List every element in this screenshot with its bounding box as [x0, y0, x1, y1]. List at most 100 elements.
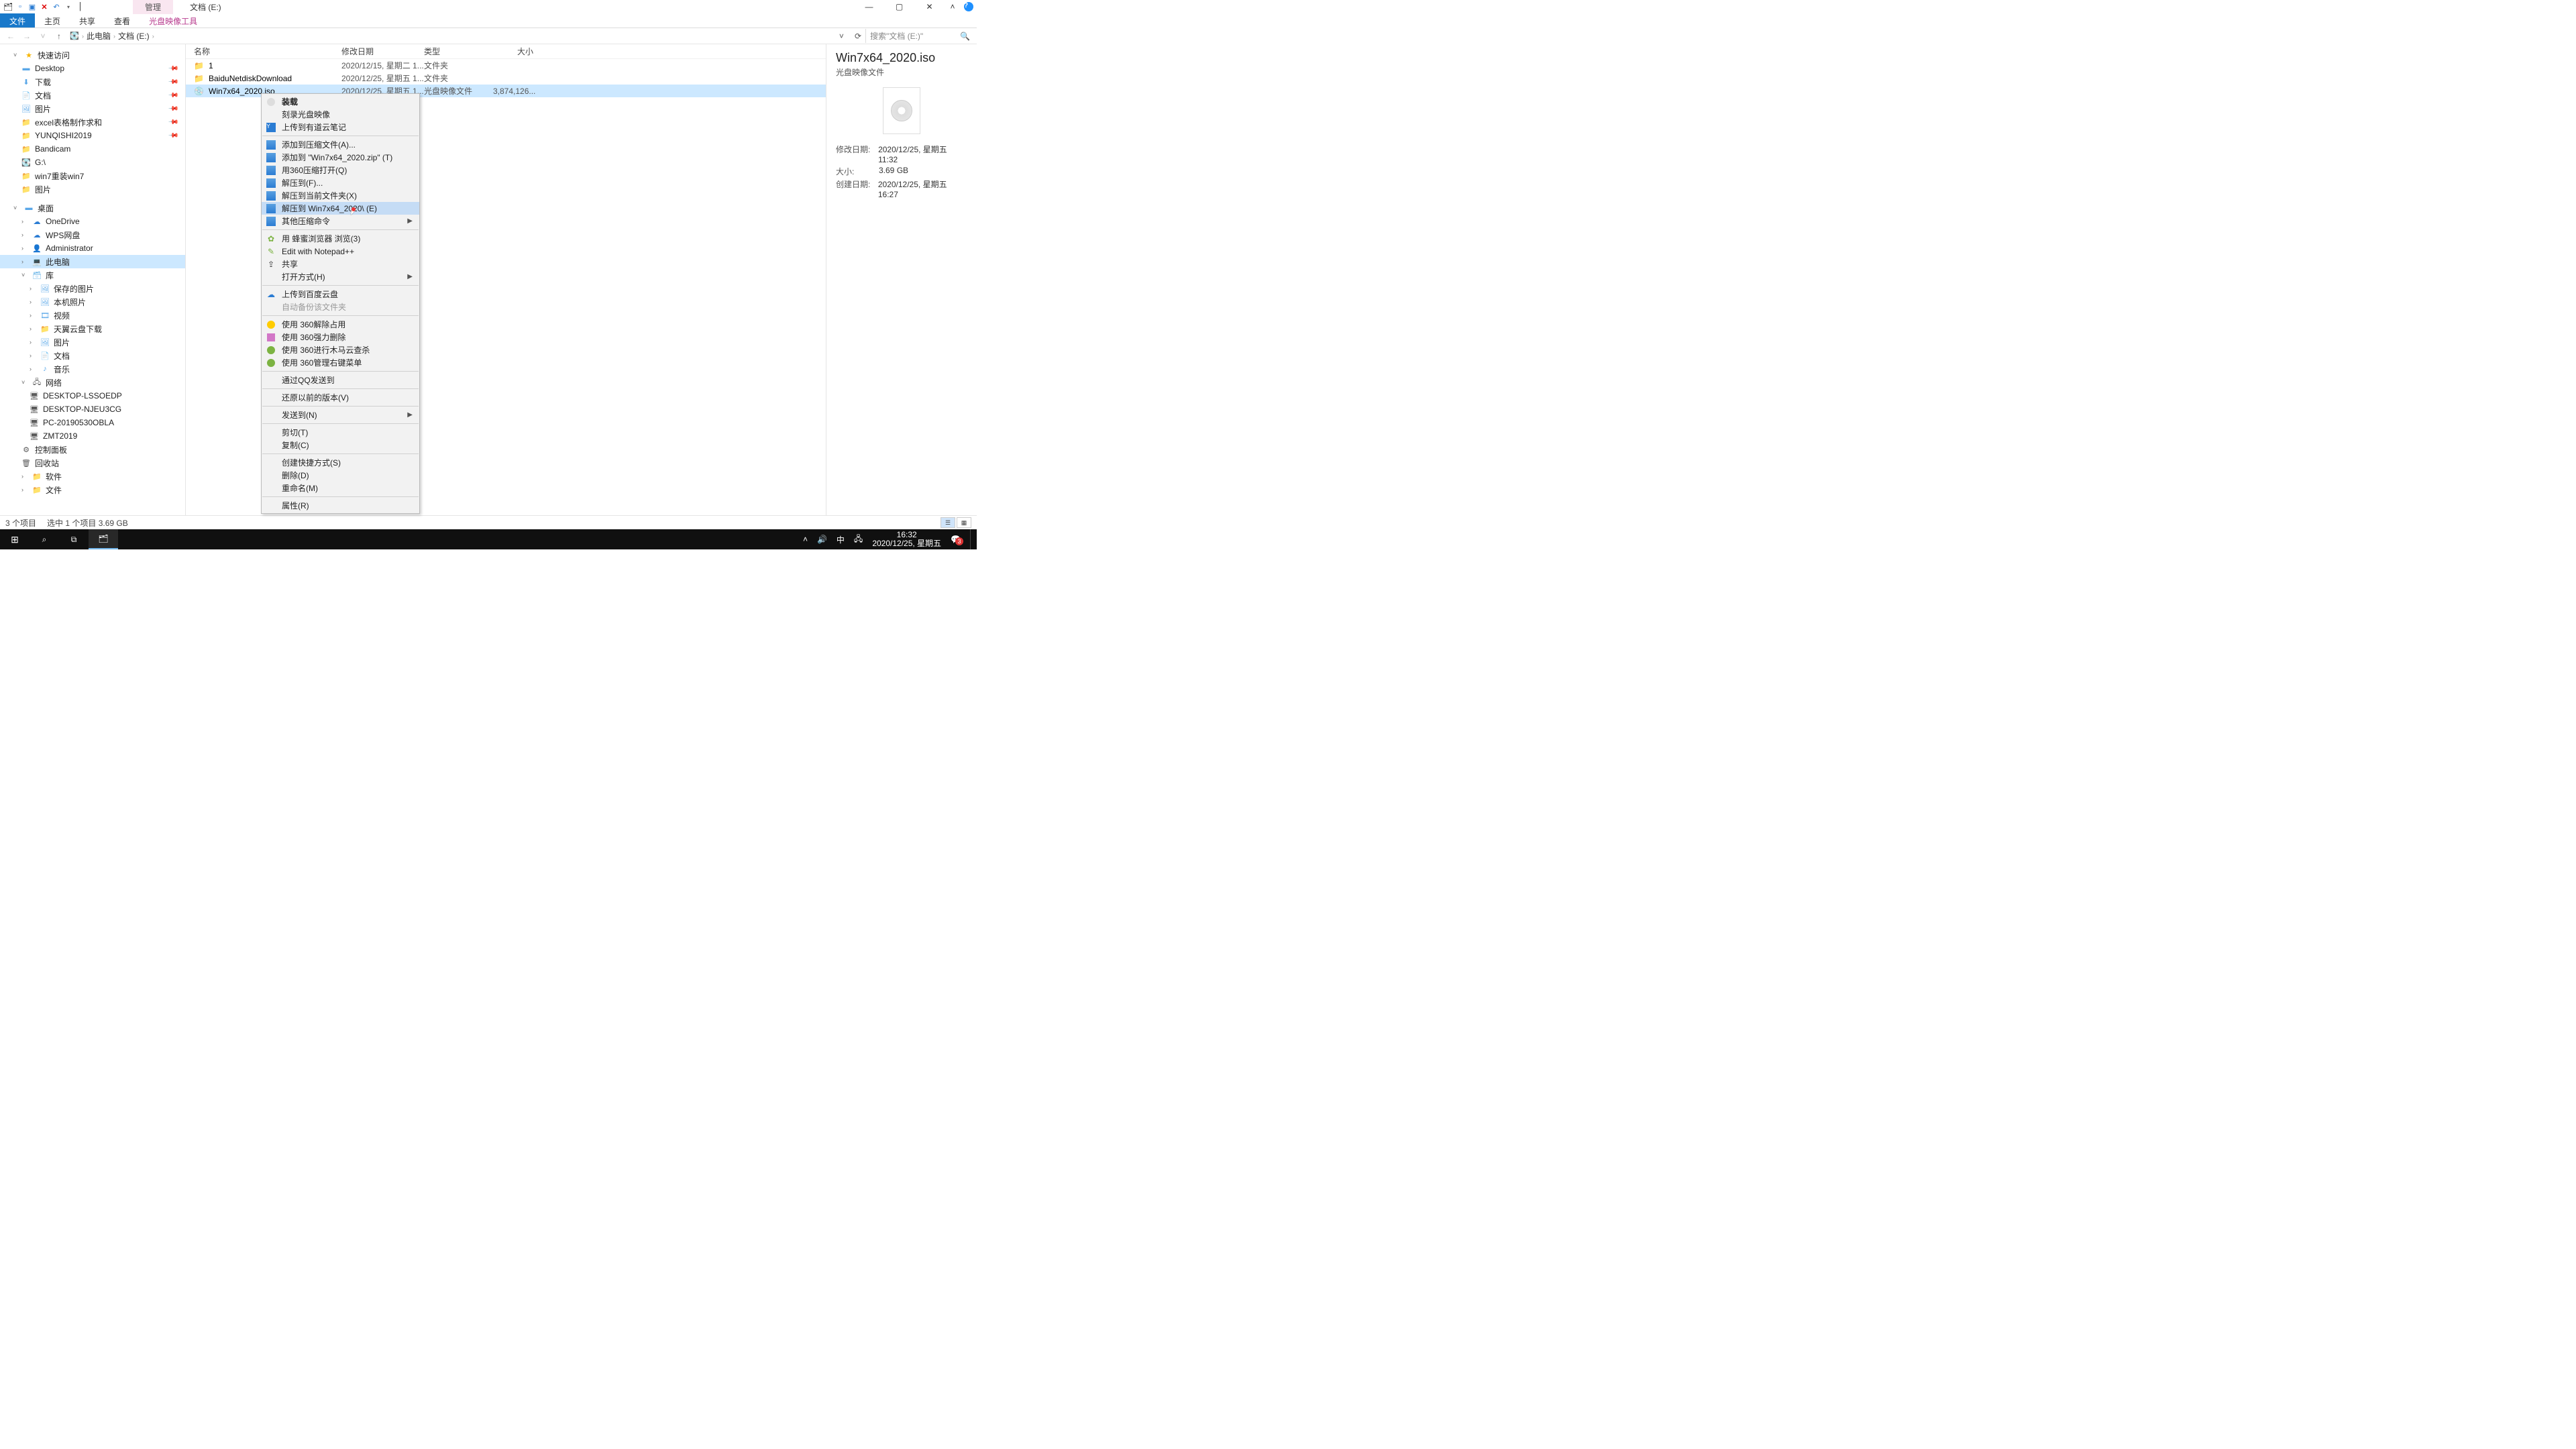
nav-forward-button[interactable]: → [19, 32, 35, 41]
qat-prop-icon[interactable]: ▫ [15, 1, 25, 12]
nav-item[interactable]: ⚙控制面板 [0, 443, 185, 456]
tray-chevron-icon[interactable]: ˄ [803, 535, 808, 544]
menu-item[interactable]: ✿用 蜂蜜浏览器 浏览(3) [262, 232, 419, 245]
menu-item[interactable]: 解压到(F)... [262, 176, 419, 189]
tab-disc-tools[interactable]: 光盘映像工具 [140, 13, 207, 28]
qat-newfolder-icon[interactable]: ▣ [27, 1, 38, 12]
nav-item[interactable]: ›📁软件 [0, 470, 185, 483]
table-row[interactable]: 📁 1 2020/12/15, 星期二 1... 文件夹 [186, 59, 826, 72]
nav-recent-button[interactable]: ˅ [35, 32, 51, 41]
chevron-right-icon[interactable]: › [82, 33, 84, 40]
chevron-right-icon[interactable]: › [113, 33, 115, 40]
menu-item[interactable]: 解压到 Win7x64_2020\ (E) [262, 202, 419, 215]
nav-item[interactable]: 📁Bandicam [0, 142, 185, 156]
menu-item[interactable]: 添加到 "Win7x64_2020.zip" (T) [262, 151, 419, 164]
qat-undo-icon[interactable]: ↶ [51, 1, 62, 12]
menu-item[interactable]: 用360压缩打开(Q) [262, 164, 419, 176]
action-center-button[interactable]: 💬3 [951, 535, 961, 544]
nav-up-button[interactable]: ↑ [51, 32, 67, 41]
chevron-right-icon[interactable]: › [152, 33, 154, 40]
nav-item[interactable]: ›🖼本机照片 [0, 295, 185, 309]
nav-item[interactable]: ⬇下载📌 [0, 75, 185, 89]
menu-item[interactable]: ☁上传到百度云盘 [262, 288, 419, 301]
nav-item[interactable]: ›☁OneDrive [0, 215, 185, 228]
nav-item[interactable]: ▬Desktop📌 [0, 62, 185, 75]
refresh-button[interactable]: ⟳ [851, 32, 865, 41]
tab-share[interactable]: 共享 [70, 13, 105, 28]
col-type[interactable]: 类型 [424, 46, 493, 57]
nav-libraries[interactable]: ˅🗃库 [0, 268, 185, 282]
col-size[interactable]: 大小 [493, 46, 533, 57]
nav-item[interactable]: ›📁文件 [0, 483, 185, 496]
volume-icon[interactable]: 🔊 [817, 535, 827, 544]
maximize-button[interactable]: ▢ [884, 0, 914, 13]
nav-item[interactable]: ›🎞视频 [0, 309, 185, 322]
search-icon[interactable]: 🔍 [960, 32, 970, 41]
task-view-button[interactable]: ⧉ [59, 529, 89, 549]
menu-item[interactable]: 使用 360进行木马云查杀 [262, 343, 419, 356]
menu-item[interactable]: 发送到(N)▶ [262, 409, 419, 421]
menu-item[interactable]: 通过QQ发送到 [262, 374, 419, 386]
menu-item[interactable]: 添加到压缩文件(A)... [262, 138, 419, 151]
nav-item[interactable]: ›☁WPS网盘 [0, 228, 185, 241]
show-desktop-button[interactable] [970, 529, 974, 549]
menu-item[interactable]: Y上传到有道云笔记 [262, 121, 419, 133]
minimize-button[interactable]: ― [854, 0, 884, 13]
nav-item[interactable]: ›📁天翼云盘下载 [0, 322, 185, 335]
menu-item[interactable]: 使用 360管理右键菜单 [262, 356, 419, 369]
nav-item[interactable]: 🗑回收站 [0, 456, 185, 470]
explorer-taskbar-button[interactable]: 🗂 [89, 529, 118, 549]
breadcrumb[interactable]: 💽 › 此电脑 › 文档 (E:) › [67, 30, 835, 42]
breadcrumb-seg[interactable]: 文档 (E:) [118, 30, 150, 42]
tab-file[interactable]: 文件 [0, 13, 35, 28]
ime-indicator[interactable]: 中 [837, 534, 845, 545]
menu-item[interactable]: ⇪共享 [262, 258, 419, 270]
nav-item[interactable]: 🖥DESKTOP-LSSOEDP [0, 389, 185, 402]
breadcrumb-seg[interactable]: 此电脑 [87, 30, 111, 42]
nav-item[interactable]: ›👤Administrator [0, 241, 185, 255]
qat-customize-icon[interactable]: ▾ [63, 1, 74, 12]
nav-quick-access[interactable]: ˅★快速访问 [0, 48, 185, 62]
menu-item[interactable]: 创建快捷方式(S) [262, 456, 419, 469]
menu-item[interactable]: 剪切(T) [262, 426, 419, 439]
help-button[interactable]: ? [961, 0, 977, 13]
nav-item[interactable]: ›📄文档 [0, 349, 185, 362]
tab-view[interactable]: 查看 [105, 13, 140, 28]
nav-item[interactable]: 📁YUNQISHI2019📌 [0, 129, 185, 142]
menu-item[interactable]: 还原以前的版本(V) [262, 391, 419, 404]
nav-back-button[interactable]: ← [3, 32, 19, 41]
nav-item[interactable]: ›🖼保存的图片 [0, 282, 185, 295]
col-name[interactable]: 名称 [194, 46, 341, 57]
nav-item[interactable]: ›♪音乐 [0, 362, 185, 376]
icons-view-button[interactable]: ▦ [957, 517, 971, 528]
close-button[interactable]: ✕ [914, 0, 945, 13]
menu-item[interactable]: 打开方式(H)▶ [262, 270, 419, 283]
nav-item[interactable]: 📁图片 [0, 182, 185, 196]
search-input[interactable]: 搜索"文档 (E:)" 🔍 [865, 29, 974, 43]
clock[interactable]: 16:32 2020/12/25, 星期五 [872, 531, 941, 548]
menu-item[interactable]: 重命名(M) [262, 482, 419, 494]
menu-item[interactable]: 删除(D) [262, 469, 419, 482]
nav-item[interactable]: 📁excel表格制作求和📌 [0, 115, 185, 129]
nav-item[interactable]: 📁win7重装win7 [0, 169, 185, 182]
tab-home[interactable]: 主页 [35, 13, 70, 28]
ribbon-toggle-button[interactable]: ˄ [945, 0, 961, 13]
details-view-button[interactable]: ☰ [941, 517, 955, 528]
nav-this-pc[interactable]: ›💻此电脑 [0, 255, 185, 268]
nav-item[interactable]: 📄文档📌 [0, 89, 185, 102]
menu-item[interactable]: 解压到当前文件夹(X) [262, 189, 419, 202]
column-headers[interactable]: 名称 修改日期 类型 大小 [186, 44, 826, 59]
menu-item[interactable]: 复制(C) [262, 439, 419, 451]
col-date[interactable]: 修改日期 [341, 46, 424, 57]
start-button[interactable]: ⊞ [0, 529, 30, 549]
address-history-button[interactable]: ˅ [835, 32, 848, 41]
menu-item[interactable]: 其他压缩命令▶ [262, 215, 419, 227]
nav-item[interactable]: 🖥DESKTOP-NJEU3CG [0, 402, 185, 416]
menu-item[interactable]: ✎Edit with Notepad++ [262, 245, 419, 258]
nav-item[interactable]: 🖥PC-20190530OBLA [0, 416, 185, 429]
menu-item[interactable]: 装载 [262, 95, 419, 108]
nav-desktop[interactable]: ˅▬桌面 [0, 201, 185, 215]
qat-delete-icon[interactable]: ✕ [39, 1, 50, 12]
menu-item[interactable]: 使用 360解除占用 [262, 318, 419, 331]
menu-item[interactable]: 使用 360强力删除 [262, 331, 419, 343]
